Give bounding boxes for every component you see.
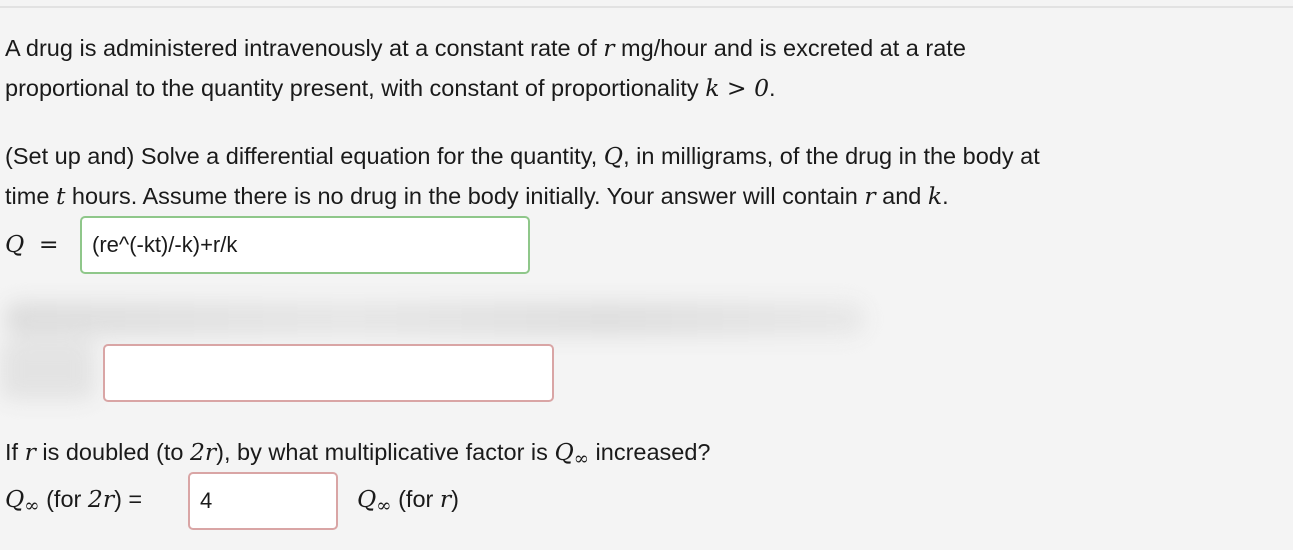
part-a-question: (Set up and) Solve a differential equati… [5, 136, 1040, 216]
var-q-infinity: Q∞ [554, 438, 589, 470]
rhs-close: ) [451, 486, 459, 512]
factor-answer-value: 4 [200, 488, 213, 513]
part-a-text-5: and [882, 183, 922, 209]
intro-text-1: A drug is administered intravenously at … [5, 35, 597, 61]
part-c-text-4: increased? [595, 439, 711, 465]
var-r: r [24, 438, 36, 466]
part-c-text-1: If [5, 439, 19, 465]
rhs-r: r [439, 485, 452, 513]
problem-intro: A drug is administered intravenously at … [5, 28, 966, 108]
factor-lhs-label: Q∞ (for 2r) = [5, 484, 142, 522]
intro-period: . [769, 75, 776, 101]
part-c-text-2: is doubled (to [42, 439, 184, 465]
obscured-label [0, 340, 95, 400]
lhs-for: (for [46, 486, 82, 512]
var-2r: 2r [189, 438, 217, 466]
var-q: Q [603, 142, 624, 170]
part-a-text-2: , in milligrams, of the drug in the body… [623, 143, 1040, 169]
answer-label-q: Q = [5, 229, 59, 259]
part-b-answer-field[interactable] [103, 344, 554, 402]
label-equals: = [38, 230, 59, 258]
lhs-2r: 2r [87, 485, 115, 513]
part-a-period: . [942, 183, 949, 209]
factor-answer-field[interactable]: 4 [188, 472, 338, 530]
var-k-condition: k > 0 [705, 74, 770, 102]
part-c-question: If r is doubled (to 2r), by what multipl… [5, 432, 711, 480]
part-a-text-3: time [5, 183, 50, 209]
var-r: r [603, 34, 615, 62]
lhs-q-infinity: Q∞ [5, 485, 40, 517]
obscured-text [5, 302, 865, 336]
rhs-q-infinity: Q∞ [357, 485, 392, 517]
q-answer-value: (re^(-kt)/-k)+r/k [92, 232, 238, 257]
intro-text-3: proportional to the quantity present, wi… [5, 75, 699, 101]
label-q: Q [5, 230, 25, 258]
intro-text-2: mg/hour and is excreted at a rate [621, 35, 966, 61]
rhs-for: (for [398, 486, 434, 512]
var-k: k [927, 182, 943, 210]
part-a-text-4: hours. Assume there is no drug in the bo… [71, 183, 858, 209]
q-answer-field[interactable]: (re^(-kt)/-k)+r/k [80, 216, 530, 274]
factor-rhs-label: Q∞ (for r) [357, 484, 459, 522]
top-divider [0, 6, 1293, 8]
part-c-text-3: ), by what multiplicative factor is [216, 439, 548, 465]
part-a-text-1: (Set up and) Solve a differential equati… [5, 143, 598, 169]
var-r: r [864, 182, 876, 210]
var-t: t [55, 182, 66, 210]
lhs-close: ) = [114, 486, 143, 512]
